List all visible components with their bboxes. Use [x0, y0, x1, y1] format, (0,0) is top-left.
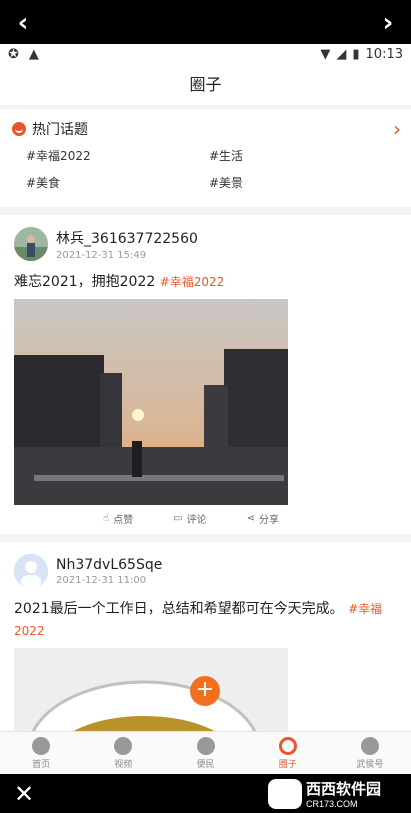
comment-button[interactable]: ▭ 评论 [173, 511, 206, 526]
home-icon [32, 736, 51, 755]
post-actions: ☝ 点赞 ▭ 评论 ⋖ 分享 [54, 505, 328, 534]
hot-topics-label: 热门话题 [32, 122, 88, 138]
post-card[interactable]: Nh37dvL65Sqe 2021-12-31 11:00 2021最后一个工作… [0, 542, 411, 758]
wuhou-icon [360, 736, 379, 755]
tab-service[interactable]: 便民 [164, 732, 246, 774]
back-arrow-icon[interactable]: ‹ [8, 8, 38, 38]
avatar[interactable] [14, 227, 48, 261]
status-time: 10:13 [365, 46, 403, 62]
topic-item[interactable]: #生活 [209, 147, 389, 164]
watermark-logo [267, 778, 302, 809]
author-name[interactable]: Nh37dvL65Sqe [56, 557, 162, 573]
heart-icon [196, 736, 215, 755]
hot-topics-section: 热门话题 › #幸福2022 #生活 #美食 #美景 [0, 109, 411, 207]
hot-topics-header[interactable]: 热门话题 [12, 119, 399, 139]
like-button[interactable]: ☝ 点赞 [103, 511, 133, 526]
tab-video[interactable]: 视频 [82, 732, 164, 774]
post-text: 难忘2021，拥抱2022 #幸福2022 [14, 271, 397, 293]
app-screen: ✪ ▲ ▼ ◢ ▮ 10:13 圈子 热门话题 › #幸福2022 #生活 #美… [0, 44, 411, 774]
tab-wuhou[interactable]: 武侯号 [329, 732, 411, 774]
bottom-tab-bar: 首页 视频 便民 圈子 武侯号 [0, 731, 411, 774]
hot-topic-icon [12, 122, 26, 136]
post-time: 2021-12-31 11:00 [56, 574, 147, 586]
watermark-site: CR173.COM [305, 799, 358, 809]
author-name[interactable]: 林兵_361637722560 [56, 228, 198, 248]
post-text: 2021最后一个工作日，总结和希望都可在今天完成。 #幸福2022 [14, 598, 397, 642]
post-image[interactable] [14, 299, 288, 505]
circle-icon [278, 736, 297, 755]
signal-icon: ◢ [336, 46, 347, 62]
post-card[interactable]: 林兵_361637722560 2021-12-31 15:49 难忘2021，… [0, 215, 411, 534]
post-body: 难忘2021，拥抱2022 [14, 274, 156, 290]
tab-circle[interactable]: 圈子 [247, 732, 329, 774]
notification-icon: ✪ [8, 46, 19, 62]
comment-icon: ▭ [173, 513, 183, 524]
watermark-brand: 西西软件园 [305, 781, 381, 798]
top-navigation-bar: ‹ › [0, 0, 411, 44]
post-time: 2021-12-31 15:49 [56, 249, 147, 261]
play-icon [114, 736, 133, 755]
page-title: 圈子 [0, 64, 411, 106]
tab-home[interactable]: 首页 [0, 732, 82, 774]
add-post-button[interactable]: + [190, 676, 220, 706]
battery-icon: ▮ [352, 46, 360, 62]
topic-item[interactable]: #幸福2022 [26, 147, 209, 164]
close-icon[interactable]: ✕ [14, 780, 34, 808]
watermark: 西西软件园 CR173.COM [267, 778, 381, 809]
share-icon: ⋖ [246, 513, 255, 524]
wifi-icon: ▼ [320, 46, 331, 62]
share-button[interactable]: ⋖ 分享 [247, 511, 279, 526]
forward-arrow-icon[interactable]: › [373, 8, 403, 38]
post-body: 2021最后一个工作日，总结和希望都可在今天完成。 [14, 601, 344, 617]
thumbs-up-icon: ☝ [103, 513, 110, 524]
topic-item[interactable]: #美食 [26, 174, 209, 191]
avatar[interactable] [14, 554, 48, 588]
bottom-bar: ✕ 西西软件园 CR173.COM [0, 774, 411, 813]
chevron-right-icon[interactable]: › [393, 117, 401, 141]
topic-item[interactable]: #美景 [209, 174, 389, 191]
status-bar: ✪ ▲ ▼ ◢ ▮ 10:13 [0, 44, 411, 64]
post-tag[interactable]: #幸福2022 [160, 275, 225, 289]
alert-icon: ▲ [28, 46, 39, 62]
